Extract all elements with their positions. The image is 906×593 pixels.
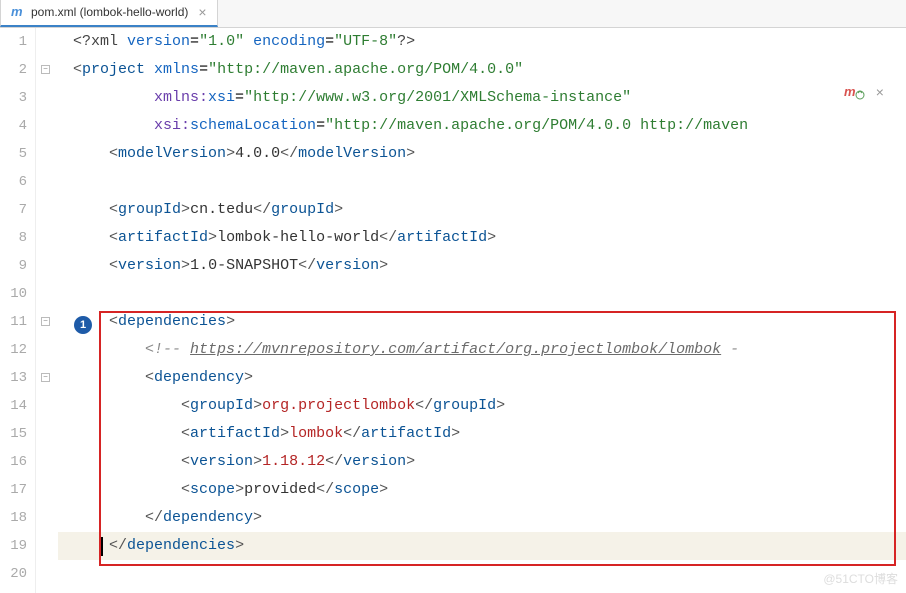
code-line[interactable]: <version>1.18.12</version> [58,448,906,476]
line-number: 1 [0,28,27,56]
fold-cell [36,112,58,140]
line-number: 4 [0,112,27,140]
line-number-gutter: 1234567891011121314151617181920 [0,28,36,593]
fold-cell [36,84,58,112]
fold-cell [36,392,58,420]
code-line[interactable]: </dependency> [58,504,906,532]
line-number: 9 [0,252,27,280]
line-number: 20 [0,560,27,588]
line-number: 2 [0,56,27,84]
fold-cell [36,252,58,280]
fold-cell: − [36,364,58,392]
line-number: 16 [0,448,27,476]
line-number: 12 [0,336,27,364]
line-number: 8 [0,224,27,252]
line-number: 17 [0,476,27,504]
fold-cell [36,140,58,168]
fold-toggle-icon[interactable]: − [41,317,50,326]
fold-gutter: − − − [36,28,58,593]
fold-cell [36,532,58,560]
code-line[interactable] [58,560,906,588]
line-number: 15 [0,420,27,448]
line-number: 13 [0,364,27,392]
fold-cell [36,504,58,532]
code-line[interactable]: <modelVersion>4.0.0</modelVersion> [58,140,906,168]
text-caret [101,537,103,556]
tab-pom-xml[interactable]: m pom.xml (lombok-hello-world) × [0,0,218,27]
fold-cell [36,420,58,448]
fold-cell [36,196,58,224]
code-line[interactable]: <dependencies> [58,308,906,336]
fold-cell: − [36,56,58,84]
svg-text:m: m [844,84,856,99]
fold-cell [36,280,58,308]
fold-cell: − [36,308,58,336]
line-number: 3 [0,84,27,112]
maven-popup-close-icon[interactable]: × [876,86,884,102]
fold-cell [36,168,58,196]
code-line[interactable]: <dependency> [58,364,906,392]
close-icon[interactable]: × [198,4,206,20]
code-line[interactable]: <groupId>cn.tedu</groupId> [58,196,906,224]
fold-cell [36,476,58,504]
code-editor[interactable]: 1234567891011121314151617181920 −−− <?xm… [0,28,906,593]
code-line[interactable] [58,280,906,308]
code-line[interactable]: xsi:schemaLocation="http://maven.apache.… [58,112,906,140]
fold-cell [36,560,58,588]
line-number: 14 [0,392,27,420]
code-area[interactable]: <?xml version="1.0" encoding="UTF-8"?><p… [58,28,906,593]
fold-cell [36,224,58,252]
line-number: 19 [0,532,27,560]
code-line[interactable]: <version>1.0-SNAPSHOT</version> [58,252,906,280]
line-number: 6 [0,168,27,196]
code-line[interactable]: <groupId>org.projectlombok</groupId> [58,392,906,420]
code-line[interactable]: <!-- https://mvnrepository.com/artifact/… [58,336,906,364]
code-line[interactable]: </dependencies> [58,532,906,560]
annotation-number-badge: 1 [74,316,92,334]
code-line[interactable]: <scope>provided</scope> [58,476,906,504]
code-line[interactable]: <artifactId>lombok-hello-world</artifact… [58,224,906,252]
fold-toggle-icon[interactable]: − [41,65,50,74]
tab-label: pom.xml (lombok-hello-world) [31,5,188,19]
maven-file-icon: m [11,5,25,19]
watermark: @51CTO博客 [823,570,898,587]
code-line[interactable] [58,168,906,196]
code-line[interactable]: <artifactId>lombok</artifactId> [58,420,906,448]
fold-cell [36,28,58,56]
line-number: 18 [0,504,27,532]
line-number: 7 [0,196,27,224]
fold-cell [36,448,58,476]
code-line[interactable]: xmlns:xsi="http://www.w3.org/2001/XMLSch… [58,84,906,112]
code-line[interactable]: <project xmlns="http://maven.apache.org/… [58,56,906,84]
code-line[interactable]: <?xml version="1.0" encoding="UTF-8"?> [58,28,906,56]
fold-cell [36,336,58,364]
line-number: 10 [0,280,27,308]
maven-reload-icon[interactable]: m [844,83,866,101]
line-number: 11 [0,308,27,336]
fold-toggle-icon[interactable]: − [41,373,50,382]
line-number: 5 [0,140,27,168]
tab-bar: m pom.xml (lombok-hello-world) × [0,0,906,28]
